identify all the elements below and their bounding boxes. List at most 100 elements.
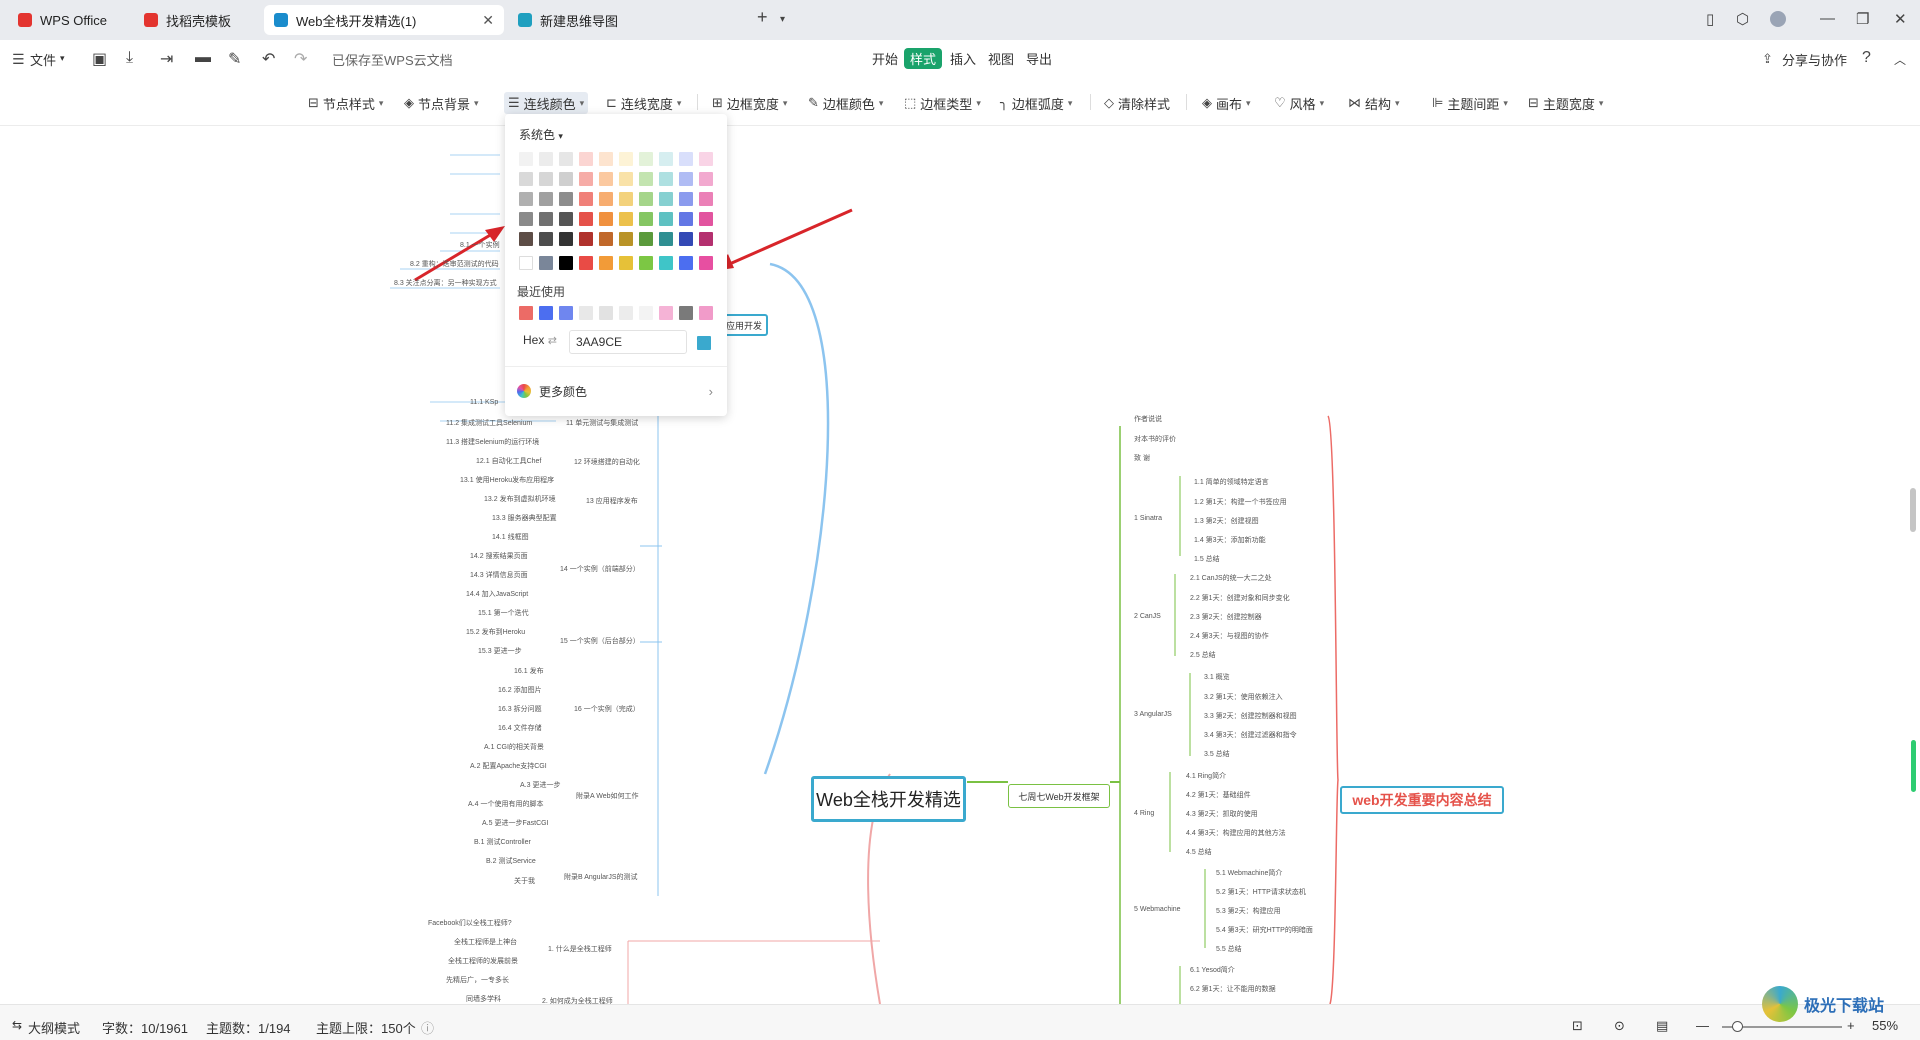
color-swatch[interactable] [659,212,673,226]
subtopic-node[interactable]: 1.4 第3天：添加新功能 [1194,535,1266,545]
color-swatch[interactable] [559,232,573,246]
color-swatch[interactable] [619,192,633,206]
recent-color-swatch[interactable] [699,306,713,320]
undo-icon[interactable]: ↶ [262,49,275,69]
color-swatch[interactable] [579,152,593,166]
subtopic-node[interactable]: 14.3 详情信息页面 [470,570,528,580]
subtopic-node[interactable]: 3 AngularJS [1134,711,1172,718]
topic-group-node[interactable]: 1. 什么是全栈工程师 [548,944,612,954]
color-swatch[interactable] [599,256,613,270]
subtopic-node[interactable]: 13.3 服务器典型配置 [492,513,557,523]
subtopic-node[interactable]: 5.2 第1天：HTTP请求状态机 [1216,887,1306,897]
color-swatch[interactable] [679,152,693,166]
subtopic-node[interactable]: 5.1 Webmachine简介 [1216,868,1282,878]
color-swatch[interactable] [579,256,593,270]
recent-color-swatch[interactable] [679,306,693,320]
info-icon[interactable]: ⓘ [421,1018,434,1037]
system-colors-dropdown[interactable]: 系统色 ▾ [519,126,563,143]
subtopic-node[interactable]: 11.2 集成测试工具Selenium [446,418,532,428]
subtopic-node[interactable]: 1.3 第2天：创建视图 [1194,516,1259,526]
menu-insert[interactable]: 插入 [950,49,976,68]
subtopic-node[interactable]: 1 Sinatra [1134,515,1162,522]
branch-topic[interactable]: 七周七Web开发框架 [1008,784,1110,808]
subtopic-node[interactable]: A.2 配置Apache支持CGI [470,761,547,771]
subtopic-node[interactable]: 11.3 搭建Selenium的运行环境 [446,437,539,447]
subtopic-node[interactable]: 4.4 第3天：构建应用的其他方法 [1186,828,1286,838]
eraser-icon[interactable]: ✎ [228,49,241,69]
subtopic-node[interactable]: 8.3 关注点分离：另一种实现方式 [394,278,497,288]
color-swatch[interactable] [579,212,593,226]
subtopic-node[interactable]: 16.1 发布 [514,666,544,676]
subtopic-node[interactable]: 15.3 更进一步 [478,646,522,656]
subtopic-node[interactable]: 2.4 第3天：与视图的协作 [1190,631,1269,641]
color-swatch[interactable] [659,232,673,246]
color-swatch[interactable] [519,152,533,166]
border-width-button[interactable]: ⊞ 边框宽度 ▾ [712,92,787,114]
zoom-slider-handle[interactable] [1732,1021,1743,1032]
subtopic-node[interactable]: B.1 测试Controller [474,837,531,847]
export-icon[interactable]: ⇥ [160,49,173,69]
collapse-ribbon-icon[interactable]: ︿ [1894,51,1906,68]
topic-group-node[interactable]: 15 一个实例（后台部分） [560,636,640,646]
left-branch-topic[interactable]: 应用开发 [720,314,768,336]
subtopic-node[interactable]: 14.4 加入JavaScript [466,589,528,599]
topic-group-node[interactable]: 附录B AngularJS的测试 [564,872,638,882]
recent-color-swatch[interactable] [659,306,673,320]
subtopic-node[interactable]: 5.5 总结 [1216,944,1242,954]
subtopic-node[interactable]: 14.2 搜索结果页面 [470,551,528,561]
color-swatch[interactable] [619,152,633,166]
node-style-button[interactable]: ⊟ 节点样式 ▾ [308,92,383,114]
color-swatch[interactable] [699,172,713,186]
subtopic-node[interactable]: 全栈工程师的发展前景 [448,956,518,966]
subtopic-node[interactable]: 1.1 简单的领域特定语言 [1194,477,1269,487]
recent-color-swatch[interactable] [619,306,633,320]
color-swatch[interactable] [519,192,533,206]
color-swatch[interactable] [539,192,553,206]
topic-group-node[interactable]: 12 环境搭建的自动化 [574,457,640,467]
subtopic-node[interactable]: 12.1 自动化工具Chef [476,456,541,466]
recent-color-swatch[interactable] [599,306,613,320]
canvas-button[interactable]: ◈ 画布 ▾ [1202,92,1251,114]
subtopic-node[interactable]: 4.2 第1天：基础组件 [1186,790,1251,800]
color-swatch[interactable] [659,152,673,166]
color-swatch[interactable] [519,212,533,226]
hex-input[interactable] [569,330,687,354]
color-swatch[interactable] [599,172,613,186]
recent-color-swatch[interactable] [559,306,573,320]
cube-icon[interactable]: ⬡ [1736,10,1749,28]
subtopic-node[interactable]: 致 谢 [1134,453,1150,463]
subtopic-node[interactable]: A.5 更进一步FastCGI [482,818,549,828]
topic-group-node[interactable]: 11 单元测试与集成测试 [566,418,638,428]
node-bg-button[interactable]: ◈ 节点背景 ▾ [404,92,479,114]
subtopic-node[interactable]: 13.2 发布到虚拟机环境 [484,494,556,504]
color-swatch[interactable] [559,152,573,166]
tab-web-fullstack[interactable]: Web全栈开发精选(1) ✕ [264,5,504,35]
border-type-button[interactable]: ⬚ 边框类型 ▾ [904,92,981,114]
subtopic-node[interactable]: 4 Ring [1134,810,1154,817]
subtopic-node[interactable]: 3.2 第1天：使用依赖注入 [1204,692,1283,702]
theme-style-button[interactable]: ♡ 风格 ▾ [1274,92,1324,114]
subtopic-node[interactable]: 3.1 概览 [1204,672,1230,682]
subtopic-node[interactable]: 16.3 拆分问题 [498,704,542,714]
subtopic-node[interactable]: 2 CanJS [1134,613,1161,620]
color-swatch[interactable] [579,192,593,206]
format-painter-icon[interactable]: ▬ [195,49,211,67]
color-swatch[interactable] [599,232,613,246]
restore-icon[interactable]: ❐ [1856,10,1869,28]
file-menu[interactable]: 文件 [30,50,56,69]
chevron-down-icon[interactable]: ▾ [60,53,65,64]
more-colors-button[interactable]: 更多颜色 › [517,381,717,401]
subtopic-node[interactable]: 15.1 第一个迭代 [478,608,529,618]
color-swatch[interactable] [599,192,613,206]
close-icon[interactable]: ✕ [482,12,494,29]
topic-group-node[interactable]: 附录A Web如何工作 [576,791,639,801]
border-color-button[interactable]: ✎ 边框颜色 ▾ [808,92,883,114]
subtopic-node[interactable]: 4.1 Ring简介 [1186,771,1226,781]
subtopic-node[interactable]: 关于我 [514,876,535,886]
color-swatch[interactable] [519,256,533,270]
color-swatch[interactable] [699,152,713,166]
color-swatch[interactable] [619,232,633,246]
menu-start[interactable]: 开始 [872,49,898,68]
outline-mode-button[interactable]: 大纲模式 [28,1018,80,1037]
color-swatch[interactable] [679,212,693,226]
